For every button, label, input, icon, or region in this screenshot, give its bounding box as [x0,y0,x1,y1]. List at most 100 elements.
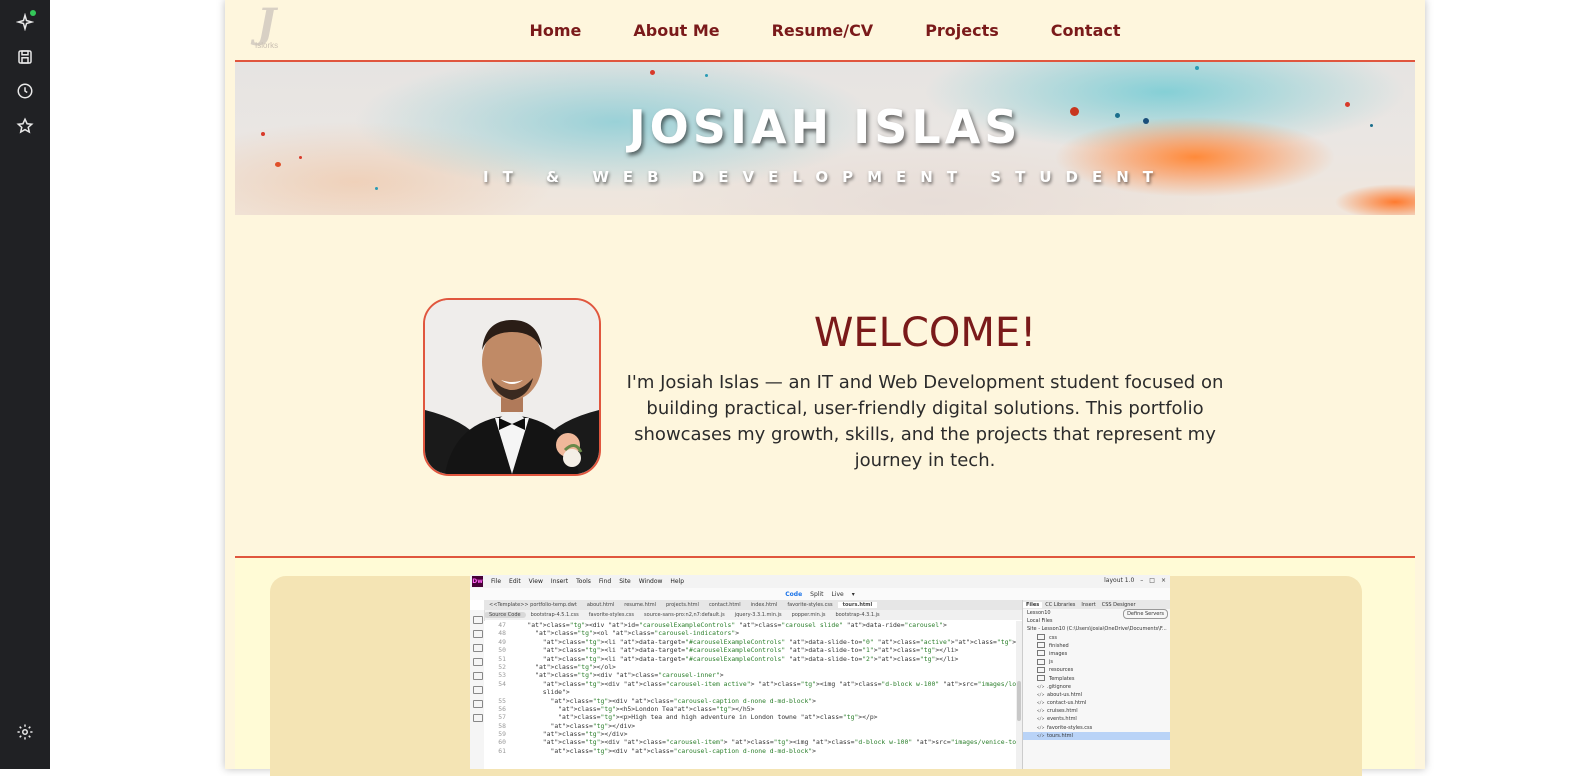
gear-icon[interactable] [13,720,37,744]
code-text: "at">class="tg"><li "at">data-target="#c… [542,637,1036,646]
dw-file-label: tours.html [1047,732,1073,739]
dw-toolbar [470,610,485,769]
welcome-heading: WELCOME! [813,310,1037,356]
dw-folder-label: js [1049,659,1053,666]
dw-related-file: popper.min.js [791,612,826,618]
code-line: 53 "at">class="tg"><div "at">class="caro… [484,671,1016,679]
browser-sidebar [0,0,50,769]
dw-folder-label: css [1049,634,1057,641]
file-icon: </> [1037,724,1045,730]
dw-panel-tab: Files [1023,601,1043,608]
line-number: 55 [498,696,506,705]
dreamweaver-screenshot: Dw File Edit View Insert Tools Find Site… [470,575,1170,769]
dw-file-item: </> events.html [1023,715,1170,723]
dw-file-label: about-us.html [1047,691,1082,698]
dw-file-item: </> contact-us.html [1023,699,1170,707]
top-navigation: J Islorks Home About Me Resume/CV Projec… [235,0,1415,62]
code-text: "at">class="tg"><h5>London Tea"at">class… [558,704,755,713]
dw-related-files: Source Code bootstrap-4.5.1.css favorite… [484,610,1024,620]
dw-site-select-row: Lesson10 Define Servers [1023,609,1170,620]
code-line: 48 "at">class="tg"><ol "at">class="carou… [484,629,1016,637]
dw-tab: favorite-styles.css [787,602,833,608]
browser-viewport: J Islorks Home About Me Resume/CV Projec… [50,0,1594,776]
line-number: 54 [498,679,506,688]
code-line: 47 "at">class="tg"><div "at">id="carouse… [484,621,1016,629]
dw-file-label: contact-us.html [1047,700,1087,707]
code-line: 52 "at">class="tg"></ol> [484,663,1016,671]
line-number: 56 [498,704,506,713]
nav-link-projects[interactable]: Projects [925,21,999,40]
dw-code-editor: 47 "at">class="tg"><div "at">id="carouse… [484,621,1170,769]
dw-folder-label: Templates [1049,675,1075,682]
dw-file-label: cruises.html [1047,708,1078,715]
dw-tab: <<Template>> portfolio-temp.dwt [489,602,577,608]
dw-related-file: source-sans-pro:n2,n7:default.js [644,612,725,618]
dw-view-live: Live [831,590,844,598]
code-text: "at">class="tg"><div "at">class="carouse… [535,671,724,680]
code-line: 59 "at">class="tg"></div> [484,730,1016,738]
dw-tab: index.html [750,602,778,608]
code-line: 58 "at">class="tg"></div> [484,722,1016,730]
welcome-text: I'm Josiah Islas — an IT and Web Develop… [626,372,1224,471]
dw-menu-item: Find [598,578,612,585]
close-icon: × [1160,577,1166,584]
banner-subtitle: IT & WEB DEVELOPMENT STUDENT [483,168,1167,186]
line-number: 58 [498,721,506,730]
dw-folder-item: images [1023,650,1170,658]
folder-icon [1037,650,1045,657]
line-number: 59 [498,730,506,739]
folder-icon [1037,666,1045,673]
file-icon: </> [1037,732,1045,738]
save-page-icon[interactable] [13,45,37,69]
file-icon: </> [1037,716,1045,722]
dw-panel-tab: CSS Designer [1101,601,1136,608]
dw-layout-label: layout 1.0 [1104,577,1135,584]
dw-file-item: </> .gitignore [1023,683,1170,691]
dw-related-file: jquery-3.3.1.min.js [734,612,782,618]
dw-menu-item: Window [638,578,663,585]
dw-panel-tabs: Files CC Libraries Insert CSS Designer [1023,600,1170,609]
hero-banner: JOSIAH ISLAS IT & WEB DEVELOPMENT STUDEN… [235,62,1415,215]
dw-view-split: Split [810,590,824,598]
dw-files-panel: Files CC Libraries Insert CSS Designer L… [1022,600,1170,769]
line-number: 53 [498,671,506,680]
dw-file-item: </> tours.html [1023,731,1170,740]
nav-link-resume[interactable]: Resume/CV [772,21,874,40]
folder-icon [1037,658,1045,665]
dw-folder-label: finished [1049,642,1069,649]
dw-define-servers: Define Servers [1123,609,1168,620]
code-text: "at">class="tg"><p>High tea and high adv… [558,713,878,722]
dw-tab: about.html [586,602,615,608]
code-text: "at">class="tg"></ol> [535,662,616,671]
code-text: "at">class="tg"></div> [542,730,628,739]
file-icon: </> [1037,708,1045,714]
dw-tab-active: tours.html [837,602,878,608]
nav-link-about-me[interactable]: About Me [633,21,719,40]
profile-photo [423,298,601,476]
history-icon[interactable] [13,79,37,103]
dw-file-label: events.html [1047,716,1077,723]
code-text: "at">class="tg"><ol "at">class="carousel… [535,629,740,638]
star-icon[interactable] [13,114,37,138]
folder-icon [1037,634,1045,641]
dw-view-code: Code [785,590,803,598]
dw-document-tabs: <<Template>> portfolio-temp.dwt about.ht… [484,600,1024,610]
dw-view-switcher: Code Split Live ▾ [470,588,1170,600]
code-line: slide"> [484,688,1016,696]
line-number: 49 [498,637,506,646]
dw-folder-label: images [1049,650,1068,657]
dw-menu-item: File [491,578,502,585]
nav-link-contact[interactable]: Contact [1051,21,1121,40]
line-number: 57 [498,713,506,722]
code-text: "at">class="tg"><li "at">data-target="#c… [542,654,959,663]
file-icon: </> [1037,700,1045,706]
dw-related-file: Source Code [484,612,526,618]
nav-link-home[interactable]: Home [529,21,581,40]
dw-menu-item: View [528,578,543,585]
dw-site-root: Site - Lesson10 (C:\Users\josia\OneDrive… [1027,626,1167,633]
sparkle-icon[interactable] [13,10,37,34]
line-number: 52 [498,662,506,671]
dw-folder-item: resources [1023,666,1170,674]
dw-folder-label: resources [1049,667,1074,674]
dw-tab: projects.html [666,602,699,608]
